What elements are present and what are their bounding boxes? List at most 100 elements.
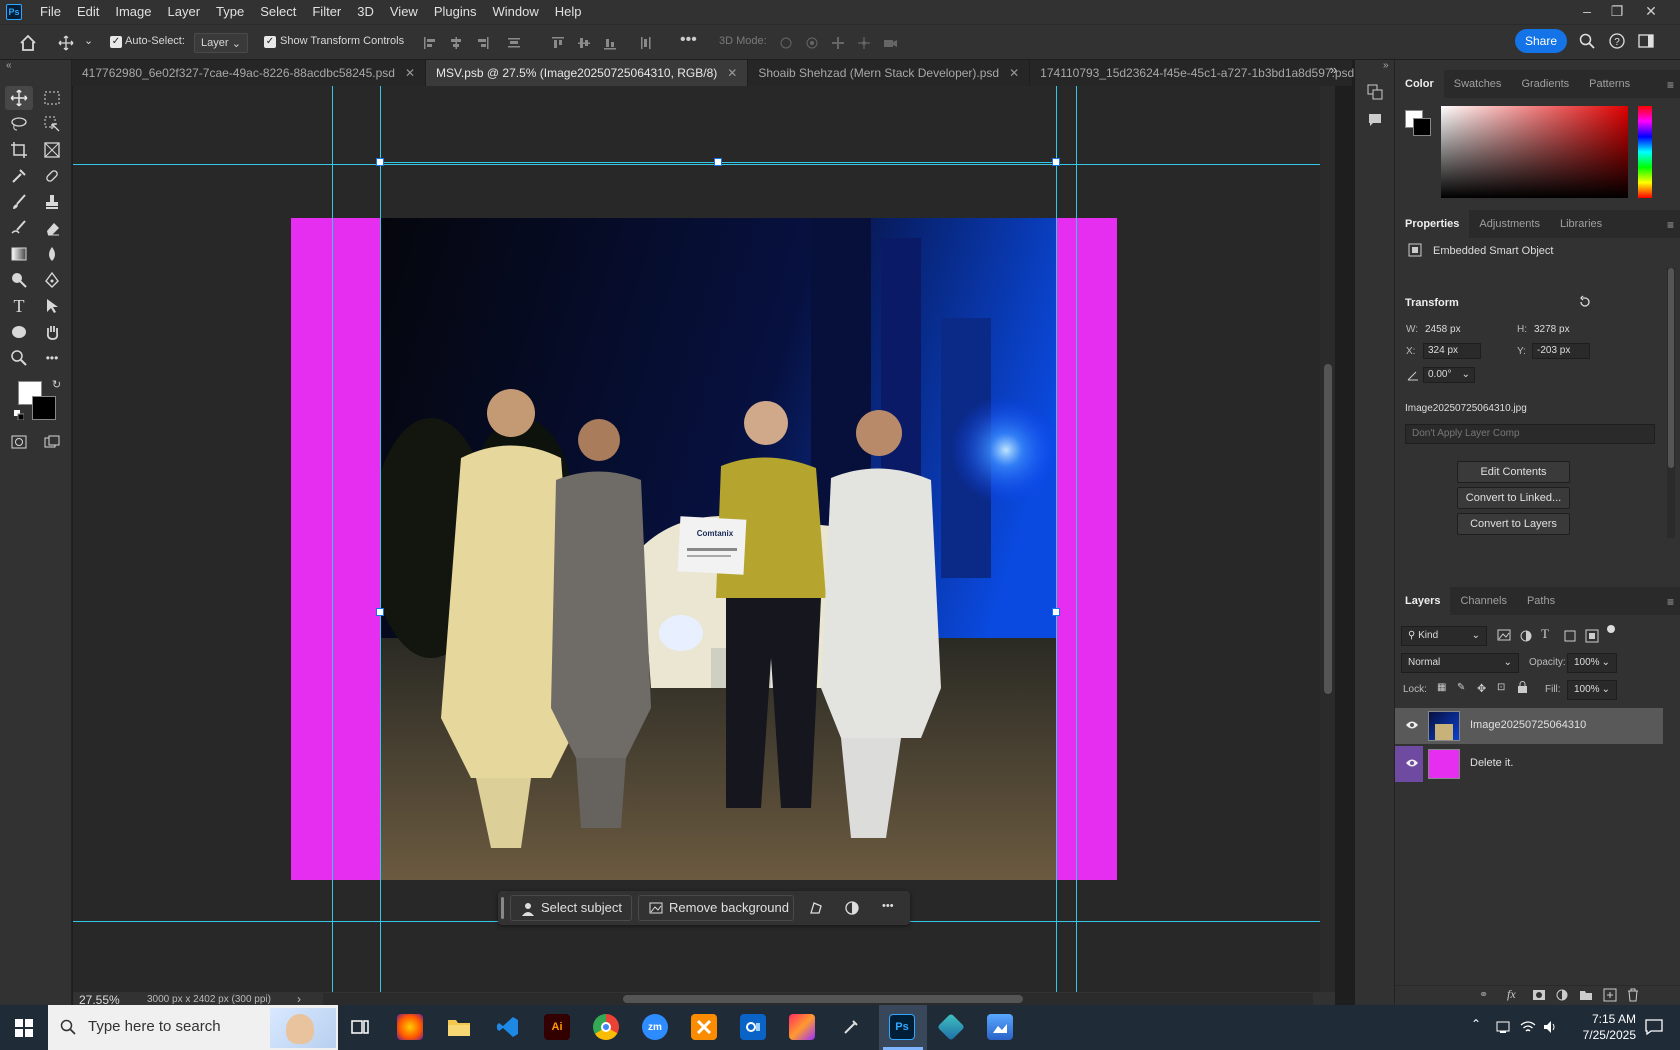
chevron-up-icon[interactable]: ⌃: [1471, 1017, 1481, 1031]
visibility-eye-icon[interactable]: [1405, 758, 1419, 768]
menu-layer[interactable]: Layer: [160, 0, 209, 24]
filter-type-icon[interactable]: T: [1541, 626, 1549, 642]
tab-swatches[interactable]: Swatches: [1444, 70, 1512, 98]
frame-tool[interactable]: [38, 138, 66, 162]
convert-to-layers-button[interactable]: Convert to Layers: [1457, 513, 1570, 535]
edit-toolbar-icon[interactable]: •••: [38, 346, 66, 370]
chevron-down-icon[interactable]: ⌄: [84, 34, 93, 47]
tab-adjustments[interactable]: Adjustments: [1469, 210, 1550, 238]
align-left-icon[interactable]: [422, 35, 438, 51]
transform-handle[interactable]: [376, 158, 384, 166]
guide-vertical[interactable]: [380, 86, 381, 992]
new-group-icon[interactable]: [1579, 989, 1593, 1001]
tab-document-msv[interactable]: MSV.psb @ 27.5% (Image20250725064310, RG…: [426, 60, 749, 86]
shape-tool[interactable]: [5, 320, 33, 344]
help-icon[interactable]: ?: [1609, 33, 1625, 49]
distribute-icon[interactable]: [506, 35, 522, 51]
guide-vertical[interactable]: [332, 86, 333, 992]
close-tab-icon[interactable]: ✕: [405, 66, 415, 80]
restore-button[interactable]: ❐: [1602, 0, 1632, 24]
fill-field[interactable]: 100% ⌄: [1567, 680, 1617, 700]
default-colors-icon[interactable]: [14, 410, 24, 420]
guide-vertical[interactable]: [1056, 86, 1057, 992]
photoshop-logo-icon[interactable]: Ps: [6, 4, 22, 20]
convert-to-linked-button[interactable]: Convert to Linked...: [1457, 487, 1570, 509]
gradient-tool[interactable]: [5, 242, 33, 266]
network-icon[interactable]: [1496, 1020, 1512, 1034]
menu-window[interactable]: Window: [484, 0, 546, 24]
menu-3d[interactable]: 3D: [349, 0, 382, 24]
tab-color[interactable]: Color: [1395, 70, 1444, 98]
home-icon[interactable]: [19, 34, 37, 52]
menu-file[interactable]: File: [32, 0, 69, 24]
app-diamond-icon[interactable]: [937, 1013, 965, 1041]
panel-menu-icon[interactable]: ≡: [1667, 218, 1674, 232]
transform-icon[interactable]: [808, 900, 824, 916]
auto-select-checkbox[interactable]: ✓: [110, 36, 122, 48]
layer-name[interactable]: Delete it.: [1470, 757, 1513, 769]
close-tab-icon[interactable]: ✕: [1009, 66, 1019, 80]
link-layers-icon[interactable]: ⚭: [1479, 988, 1488, 1001]
marquee-tool[interactable]: [38, 86, 66, 110]
swap-colors-icon[interactable]: ↻: [52, 378, 61, 391]
object-selection-tool[interactable]: [38, 112, 66, 136]
opacity-field[interactable]: 100% ⌄: [1567, 653, 1617, 673]
menu-plugins[interactable]: Plugins: [426, 0, 485, 24]
tab-paths[interactable]: Paths: [1517, 587, 1565, 615]
collapse-toolbar-icon[interactable]: «: [6, 60, 12, 71]
eyedropper-tool[interactable]: [5, 164, 33, 188]
eraser-tool[interactable]: [38, 216, 66, 240]
guide-horizontal[interactable]: [73, 164, 1335, 165]
close-tab-icon[interactable]: ✕: [727, 66, 737, 80]
menu-type[interactable]: Type: [208, 0, 252, 24]
select-subject-button[interactable]: Select subject: [510, 895, 632, 921]
show-transform-checkbox[interactable]: ✓: [264, 36, 276, 48]
firefox-icon[interactable]: [397, 1014, 423, 1040]
drag-handle[interactable]: [501, 897, 504, 919]
color-picker-field[interactable]: [1441, 106, 1628, 198]
expand-panels-icon[interactable]: »: [1383, 60, 1389, 71]
align-center-icon[interactable]: [448, 35, 464, 51]
filter-adjustment-icon[interactable]: [1519, 629, 1533, 643]
canvas-area[interactable]: Comtanix: [73, 86, 1335, 992]
menu-select[interactable]: Select: [252, 0, 304, 24]
vscode-icon[interactable]: [495, 1014, 521, 1040]
x-position-field[interactable]: 324 px: [1423, 343, 1481, 359]
outlook-icon[interactable]: [740, 1014, 766, 1040]
windows-start-icon[interactable]: [15, 1019, 33, 1037]
creative-cloud-icon[interactable]: [789, 1014, 815, 1040]
path-selection-tool[interactable]: [38, 294, 66, 318]
menu-view[interactable]: View: [382, 0, 426, 24]
transform-handle[interactable]: [1052, 608, 1060, 616]
properties-scrollbar[interactable]: [1667, 268, 1675, 538]
chrome-icon[interactable]: [593, 1014, 619, 1040]
delete-layer-icon[interactable]: [1627, 988, 1639, 1002]
minimize-button[interactable]: –: [1572, 0, 1602, 24]
tab-gradients[interactable]: Gradients: [1511, 70, 1579, 98]
tab-channels[interactable]: Channels: [1450, 587, 1516, 615]
filter-pixel-icon[interactable]: [1497, 629, 1511, 641]
remove-background-button[interactable]: Remove background: [638, 895, 794, 921]
layer-row-image[interactable]: Image20250725064310: [1395, 708, 1663, 744]
clone-stamp-tool[interactable]: [38, 190, 66, 214]
properties-scroll-thumb[interactable]: [1668, 268, 1674, 468]
task-view-icon[interactable]: [350, 1017, 370, 1037]
adjustment-icon[interactable]: [844, 900, 860, 916]
file-explorer-icon[interactable]: [446, 1014, 472, 1040]
panel-menu-icon[interactable]: ≡: [1667, 78, 1674, 92]
new-layer-icon[interactable]: [1603, 988, 1617, 1002]
tab-document-1[interactable]: 417762980_6e02f327-7cae-49ac-8226-88acdb…: [72, 60, 426, 86]
distribute-vertical-icon[interactable]: [638, 35, 654, 51]
pen-app-icon[interactable]: [838, 1014, 864, 1040]
taskbar-search-box[interactable]: Type here to search: [48, 1005, 338, 1050]
brush-tool[interactable]: [5, 190, 33, 214]
notifications-icon[interactable]: [1645, 1019, 1663, 1035]
tab-layers[interactable]: Layers: [1395, 587, 1451, 615]
blur-tool[interactable]: [38, 242, 66, 266]
tab-properties[interactable]: Properties: [1395, 210, 1470, 238]
add-mask-icon[interactable]: [1532, 989, 1546, 1001]
lock-all-icon[interactable]: [1517, 681, 1528, 693]
align-bottom-icon[interactable]: [602, 35, 618, 51]
healing-brush-tool[interactable]: [38, 164, 66, 188]
zoom-tool[interactable]: [5, 346, 33, 370]
